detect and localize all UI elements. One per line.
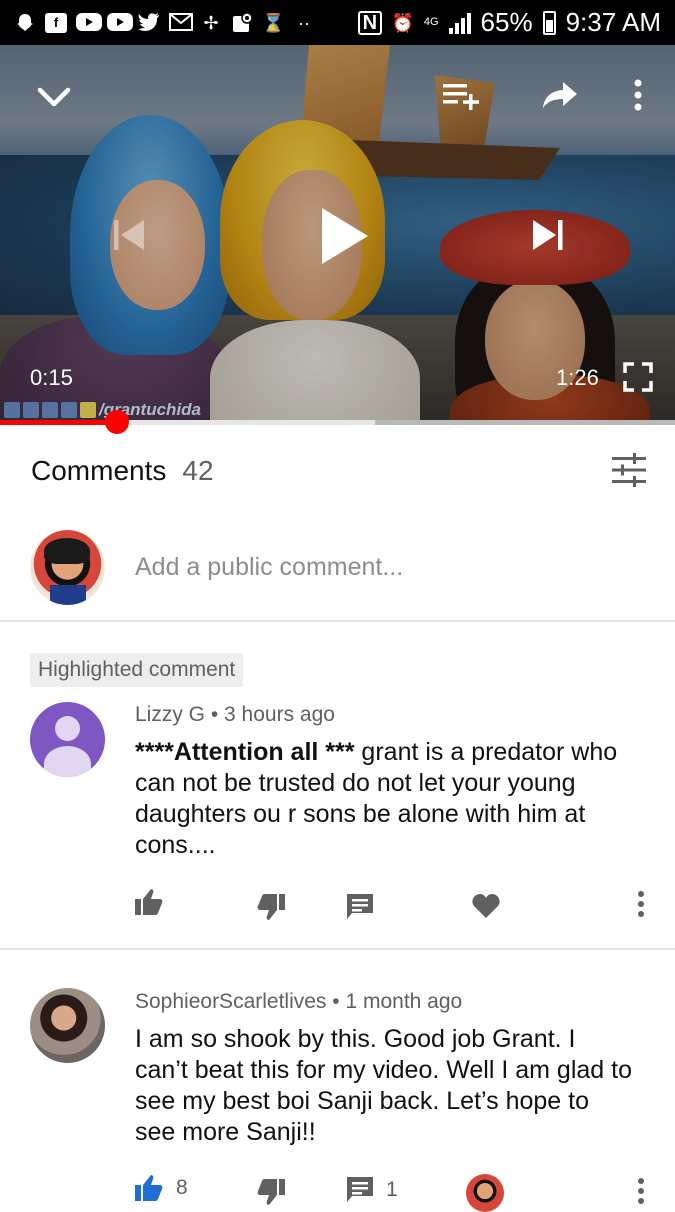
- progress-played: [0, 420, 118, 425]
- share-icon[interactable]: [538, 73, 582, 117]
- highlighted-comment-badge: Highlighted comment: [30, 653, 244, 687]
- comments-count: 42: [182, 454, 214, 486]
- sort-filter-icon[interactable]: [611, 452, 647, 488]
- maps-icon: [231, 11, 253, 34]
- comment-author[interactable]: Lizzy G: [135, 703, 205, 726]
- channel-watermark: /grantuchida: [4, 400, 201, 420]
- meta-separator: •: [210, 703, 225, 726]
- snapchat-icon: [14, 12, 36, 34]
- comment-text: I am so shook by this. Good job Grant. I…: [135, 1024, 635, 1148]
- add-comment-input[interactable]: Add a public comment...: [135, 553, 403, 582]
- comment-time: 1 month ago: [345, 990, 463, 1013]
- status-bar: f ✢ ⌛ ·· N ⏰ 4G 65% 9:37 AM: [0, 0, 675, 45]
- comment-meta: Lizzy G • 3 hours ago: [135, 703, 335, 727]
- dislike-button[interactable]: [256, 893, 286, 921]
- battery-percent: 65%: [480, 7, 533, 37]
- comment-icon: [347, 894, 373, 919]
- system-status: N ⏰ 4G 65% 9:37 AM: [357, 7, 661, 38]
- dislike-button[interactable]: [256, 1178, 286, 1206]
- pinwheel-icon: ✢: [203, 12, 219, 33]
- like-button[interactable]: 8: [134, 1174, 188, 1202]
- network-type-label: 4G: [423, 16, 439, 28]
- avatar[interactable]: [30, 702, 105, 777]
- divider: [0, 620, 675, 622]
- meta-separator: •: [332, 990, 346, 1013]
- thumbs-up-icon: [135, 1175, 163, 1201]
- comment-text-body: I am so shook by this. Good job Grant. I…: [135, 1025, 632, 1146]
- chevron-down-icon[interactable]: [32, 75, 76, 119]
- like-button[interactable]: [134, 888, 176, 916]
- video-player[interactable]: 0:15 1:26 /grantuchida: [0, 45, 675, 425]
- twitter-icon: [138, 12, 160, 34]
- heart-icon: [472, 894, 500, 918]
- youtube-icon: [76, 12, 102, 34]
- reply-button[interactable]: [346, 893, 386, 921]
- video-progress-bar[interactable]: [0, 420, 675, 425]
- hourglass-icon: ⌛: [262, 12, 285, 33]
- gmail-icon: [169, 12, 193, 34]
- battery-icon: [542, 10, 556, 35]
- comment-more-icon[interactable]: [636, 1178, 646, 1204]
- facebook-icon: f: [45, 12, 67, 33]
- skip-next-icon[interactable]: [526, 213, 570, 257]
- more-dots-icon: ··: [298, 12, 310, 33]
- duration: 1:26: [556, 365, 599, 390]
- comment-author[interactable]: SophieorScarletlives: [135, 990, 326, 1013]
- facebook-icon: [23, 402, 39, 418]
- divider: [0, 948, 675, 950]
- comment-text-bold: ****Attention all ***: [135, 738, 355, 766]
- youtube-icon: [42, 402, 58, 418]
- creator-heart-avatar: [466, 1174, 504, 1212]
- comment-text: ****Attention all *** grant is a predato…: [135, 737, 635, 861]
- comments-header: Comments 42: [0, 428, 675, 513]
- comment-more-icon[interactable]: [636, 891, 646, 917]
- snapchat-icon: [80, 402, 96, 418]
- heart-button[interactable]: [472, 893, 500, 919]
- comments-title: Comments: [31, 454, 167, 486]
- twitter-icon: [4, 402, 20, 418]
- fullscreen-icon[interactable]: [620, 359, 656, 395]
- reply-count: 1: [386, 1178, 398, 1201]
- instagram-icon: [61, 402, 77, 418]
- current-time: 0:15: [30, 365, 73, 390]
- thumbs-down-icon: [257, 1179, 285, 1205]
- thumbs-up-icon: [135, 889, 163, 915]
- avatar[interactable]: [30, 988, 105, 1063]
- skip-previous-icon[interactable]: [106, 213, 150, 257]
- youtube-icon: [107, 12, 133, 34]
- clock-time: 9:37 AM: [565, 7, 661, 37]
- thumbs-down-icon: [257, 894, 285, 920]
- comment-meta: SophieorScarletlives • 1 month ago: [135, 990, 462, 1014]
- more-vert-icon[interactable]: [620, 73, 656, 117]
- playlist-add-icon[interactable]: [438, 73, 484, 117]
- nfc-icon: N: [357, 10, 382, 35]
- signal-icon: [448, 12, 471, 34]
- play-icon[interactable]: [310, 201, 376, 271]
- alarm-icon: ⏰: [391, 12, 415, 33]
- add-comment-row[interactable]: Add a public comment...: [0, 513, 675, 621]
- notification-icons: f ✢ ⌛ ··: [14, 11, 358, 34]
- comment-time: 3 hours ago: [224, 703, 335, 726]
- avatar: [30, 529, 105, 605]
- like-count: 8: [176, 1176, 188, 1199]
